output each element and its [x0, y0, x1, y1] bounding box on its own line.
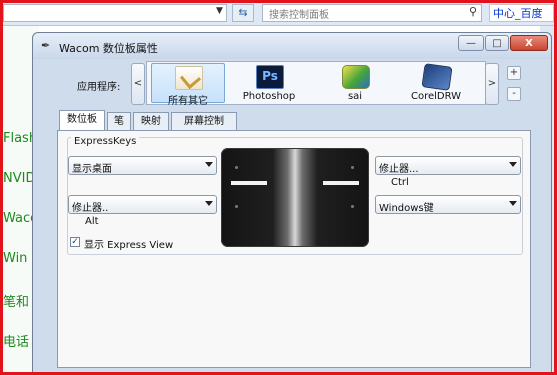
chevron-down-icon[interactable]: ▼ [216, 6, 223, 16]
tab-pen[interactable]: 笔 [107, 112, 131, 130]
scroll-left-button[interactable]: < [131, 63, 145, 105]
app-item-all-other[interactable]: 所有其它 [151, 63, 225, 107]
app-name: Photoshop [242, 91, 296, 102]
expresskey-right-bar [323, 181, 359, 185]
minimize-button[interactable]: — [458, 35, 484, 51]
remove-application-button[interactable]: - [507, 87, 521, 101]
sidebar-item[interactable]: NVID [3, 171, 35, 186]
chevron-down-icon [205, 162, 213, 167]
close-button[interactable]: X [510, 35, 548, 51]
select-value: 修止器.. [72, 203, 109, 214]
refresh-button[interactable]: ⇆ [232, 4, 254, 22]
maximize-button[interactable]: □ [485, 35, 509, 51]
search-input[interactable]: 搜索控制面板 ⚲ [262, 4, 482, 22]
tablet-illustration [221, 148, 369, 247]
app-item-coreldraw[interactable]: CorelDRW [399, 63, 473, 103]
app-name: CorelDRW [410, 91, 462, 102]
app-item-sai[interactable]: sai [318, 63, 392, 103]
browser-tab[interactable]: 中心_百度 [489, 4, 554, 22]
show-express-view-label[interactable]: 显示 Express View [84, 236, 173, 251]
sai-icon [342, 65, 370, 89]
select-value: Windows键 [379, 203, 434, 214]
dialog-title: Wacom 数位板属性 [59, 42, 158, 55]
tab-screen-control[interactable]: 屏幕控制 [171, 112, 237, 130]
sidebar-item[interactable]: 电话 [3, 331, 29, 350]
expresskey-right-bottom-select[interactable]: Windows键 [375, 195, 521, 214]
tablet-dot [351, 205, 354, 208]
tab-tablet[interactable]: 数位板 [59, 110, 105, 131]
app-item-photoshop[interactable]: Ps Photoshop [232, 63, 306, 103]
applications-label: 应用程序: [77, 82, 121, 93]
modifier-note-ctrl: Ctrl [391, 177, 409, 188]
app-name: sai [347, 91, 363, 102]
tablet-dot [235, 166, 238, 169]
photoshop-icon: Ps [256, 65, 284, 89]
tablet-dot [235, 205, 238, 208]
scroll-right-button[interactable]: > [485, 63, 499, 105]
expresskeys-title: ExpressKeys [71, 136, 140, 147]
app-name: 所有其它 [168, 96, 208, 107]
tablet-dot [351, 166, 354, 169]
chevron-down-icon [509, 201, 517, 206]
show-express-view-checkbox[interactable]: ✓ [70, 237, 80, 247]
address-bar[interactable]: ▼ [3, 4, 227, 22]
expresskey-left-bottom-select[interactable]: 修止器.. [68, 195, 217, 214]
chevron-down-icon [205, 201, 213, 206]
expresskey-right-top-select[interactable]: 修止器... [375, 156, 521, 175]
coreldraw-icon [421, 63, 453, 91]
tab-mapping[interactable]: 映射 [133, 112, 169, 130]
modifier-note-alt: Alt [85, 216, 99, 227]
select-value: 修止器... [379, 164, 419, 175]
search-placeholder: 搜索控制面板 [269, 10, 329, 21]
expresskey-left-bar [231, 181, 267, 185]
wacom-pen-icon: ✒ [41, 39, 51, 52]
sidebar-item[interactable]: 笔和 [3, 291, 29, 310]
title-bar[interactable]: ✒ Wacom 数位板属性 — □ X [33, 33, 551, 59]
search-icon[interactable]: ⚲ [469, 5, 477, 18]
add-application-button[interactable]: + [507, 66, 521, 80]
select-value: 显示桌面 [72, 164, 112, 175]
expresskey-left-top-select[interactable]: 显示桌面 [68, 156, 217, 175]
chevron-down-icon [509, 162, 517, 167]
sidebar-item[interactable]: Win [3, 251, 27, 266]
all-other-apps-icon [175, 66, 203, 90]
wacom-properties-dialog: ✒ Wacom 数位板属性 — □ X 应用程序: < 所有其它 Ps Phot… [32, 32, 552, 375]
